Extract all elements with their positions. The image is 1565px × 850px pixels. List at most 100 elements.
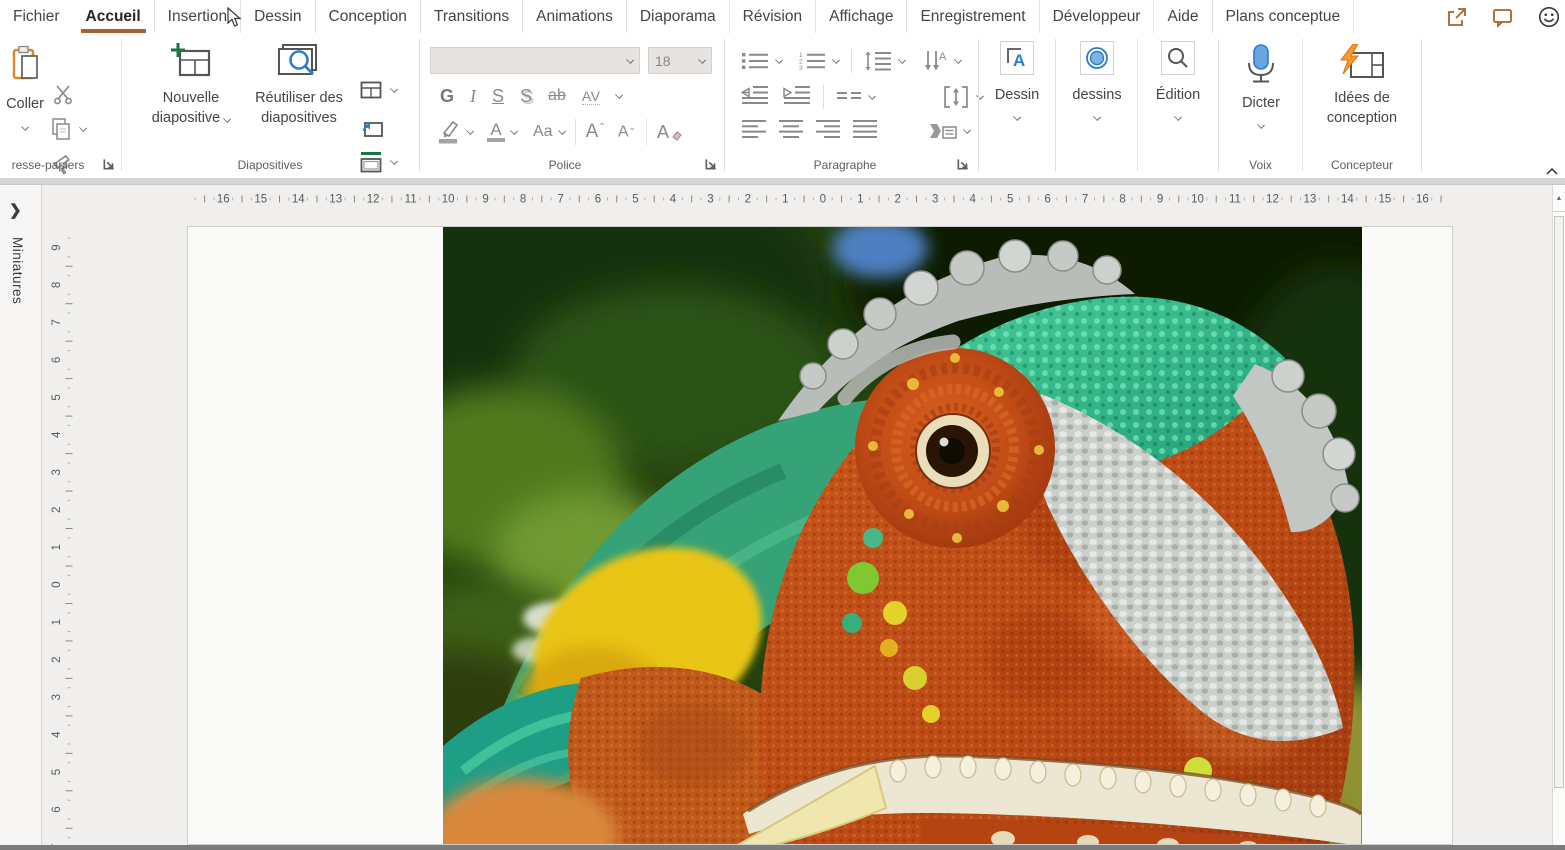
numbering-button[interactable]: 1 2 3	[798, 50, 839, 72]
character-spacing-button[interactable]: AV	[582, 88, 601, 105]
chevron-down-icon	[898, 56, 906, 64]
chevron-down-icon	[616, 91, 624, 99]
tab-accueil[interactable]: Accueil	[73, 0, 155, 33]
tab-transitions[interactable]: Transitions	[421, 0, 523, 33]
justify-button[interactable]	[852, 118, 878, 145]
svg-text:9: 9	[1157, 194, 1163, 206]
tab-revision[interactable]: Révision	[730, 0, 816, 33]
svg-text:0: 0	[820, 194, 826, 206]
numbering-icon: 1 2 3	[798, 50, 826, 72]
powerpoint-window: FichierAccueilInsertionDessinConceptionT…	[0, 0, 1565, 850]
drawings-group-button[interactable]: dessins	[1058, 41, 1136, 155]
menu-tabs: FichierAccueilInsertionDessinConceptionT…	[0, 0, 1354, 33]
text-shadow-button[interactable]: S	[520, 86, 532, 107]
draw-group-button[interactable]: A Dessin	[981, 41, 1053, 155]
font-color-glyph: A	[487, 122, 505, 137]
decrease-indent-button[interactable]	[741, 84, 769, 111]
feedback-button[interactable]	[1537, 5, 1561, 29]
paragraph-dialog-launcher[interactable]	[956, 157, 970, 171]
svg-text:5: 5	[1007, 194, 1013, 206]
increase-indent-button[interactable]	[783, 84, 811, 111]
slide-canvas[interactable]	[187, 226, 1453, 845]
change-case-button[interactable]: Aa	[533, 123, 565, 141]
font-size-combobox[interactable]: 18	[648, 47, 712, 74]
design-ideas-label-1: Idées de	[1334, 89, 1390, 109]
scroll-up-button[interactable]: ▲	[1553, 185, 1565, 212]
shapes-circle-icon	[1084, 45, 1110, 71]
align-text-button[interactable]	[943, 85, 983, 109]
svg-text:4: 4	[670, 194, 677, 206]
svg-text:2: 2	[51, 656, 63, 662]
italic-button[interactable]: I	[470, 86, 476, 107]
editing-group-button[interactable]: Édition	[1140, 41, 1216, 155]
shrink-font-button[interactable]: A⌄	[618, 122, 636, 141]
tab-plans[interactable]: Plans conceptue	[1213, 0, 1355, 33]
mini-separator	[823, 85, 824, 109]
draw-icon: A	[1005, 46, 1029, 70]
comments-button[interactable]	[1491, 5, 1515, 29]
svg-text:8: 8	[520, 194, 526, 206]
copy-icon	[50, 117, 72, 141]
bold-button[interactable]: G	[440, 86, 454, 107]
bullets-button[interactable]	[741, 50, 782, 72]
layout-button[interactable]	[360, 81, 397, 99]
tab-aide[interactable]: Aide	[1154, 0, 1212, 33]
svg-text:16: 16	[217, 194, 230, 206]
chameleon-picture[interactable]	[443, 226, 1362, 845]
font-dialog-launcher[interactable]	[704, 157, 718, 171]
paste-label: Coller	[6, 95, 44, 115]
svg-text:A: A	[939, 51, 947, 63]
reset-slide-button[interactable]	[360, 117, 384, 139]
font-name-combobox[interactable]	[430, 47, 640, 74]
font-color-button[interactable]: A	[487, 122, 517, 143]
grow-font-button[interactable]: A⌃	[586, 121, 606, 143]
strikethrough-button[interactable]: ab	[548, 87, 566, 105]
tab-fichier[interactable]: Fichier	[0, 0, 73, 33]
tab-affichage[interactable]: Affichage	[816, 0, 907, 33]
dictate-button[interactable]: Dicter	[1222, 41, 1300, 155]
copy-button[interactable]	[50, 117, 86, 141]
group-separator	[1302, 39, 1303, 171]
collapse-ribbon-button[interactable]	[1545, 166, 1559, 176]
tab-enregistrement[interactable]: Enregistrement	[907, 0, 1039, 33]
new-slide-label-2: diapositive	[152, 109, 231, 129]
svg-text:5: 5	[51, 769, 63, 775]
new-slide-button[interactable]: Nouvelle diapositive	[140, 41, 242, 155]
chevron-down-icon	[775, 56, 783, 64]
tab-animations[interactable]: Animations	[523, 0, 627, 33]
vertical-scrollbar[interactable]: ▲	[1552, 185, 1565, 845]
align-center-button[interactable]	[778, 118, 804, 145]
tab-dessin[interactable]: Dessin	[241, 0, 315, 33]
highlight-color-button[interactable]	[436, 119, 473, 145]
scrollbar-thumb[interactable]	[1554, 216, 1564, 788]
paste-button[interactable]: Coller	[2, 41, 48, 155]
clipboard-dialog-launcher[interactable]	[102, 157, 116, 171]
underline-button[interactable]: S	[492, 86, 504, 107]
text-direction-button[interactable]: A	[923, 49, 961, 73]
clear-formatting-button[interactable]: A	[657, 122, 682, 143]
expand-thumbnails-chevron-icon[interactable]: ❯	[9, 201, 22, 219]
thumbnails-pane-collapsed[interactable]: ❯ Miniatures	[0, 185, 42, 845]
svg-text:3: 3	[707, 194, 713, 206]
line-spacing-button[interactable]	[864, 50, 905, 72]
cut-button[interactable]	[52, 83, 74, 105]
share-button[interactable]	[1445, 5, 1469, 29]
align-left-button[interactable]	[741, 118, 767, 145]
decrease-indent-icon	[741, 84, 769, 106]
columns-button[interactable]	[836, 88, 875, 106]
svg-text:9: 9	[482, 194, 488, 206]
vertical-ruler[interactable]: 98765432101234567	[42, 185, 80, 845]
convert-smartart-button[interactable]	[928, 120, 970, 142]
align-right-button[interactable]	[815, 118, 841, 145]
editing-label: Édition	[1156, 86, 1200, 106]
slides-group-label: Diapositives	[122, 158, 418, 172]
paragraph-group-label: Paragraphe	[725, 158, 965, 172]
reuse-slides-button[interactable]: Réutiliser des diapositives	[246, 41, 352, 155]
mini-separator	[851, 49, 852, 73]
design-ideas-button[interactable]: Idées de conception	[1306, 41, 1418, 155]
tab-diaporama[interactable]: Diaporama	[627, 0, 730, 33]
tab-conception[interactable]: Conception	[316, 0, 421, 33]
svg-text:4: 4	[969, 194, 976, 206]
horizontal-ruler[interactable]: 1615141312111098765432101234567891011121…	[80, 185, 1553, 212]
tab-developpeur[interactable]: Développeur	[1040, 0, 1155, 33]
